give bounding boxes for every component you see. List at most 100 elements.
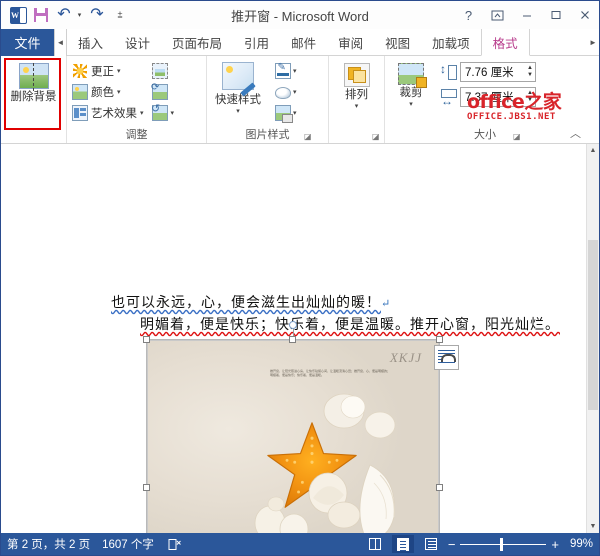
page-indicator[interactable]: 第 2 页，共 2 页 <box>7 536 90 552</box>
selected-picture-container[interactable]: XKJJ 推开窗，让阳光照进心房，让快乐驻留心间，让温暖流淌心田；推开窗，心，便… <box>143 321 443 533</box>
tab-page-layout[interactable]: 页面布局 <box>161 29 233 56</box>
layout-options-button[interactable] <box>434 345 459 370</box>
chevron-down-icon[interactable]: ▾ <box>140 109 144 117</box>
customize-qat-icon[interactable]: ⩲ <box>109 4 131 26</box>
remove-background-button[interactable]: 删除背景 <box>4 60 63 104</box>
word-logo-icon[interactable]: W <box>7 4 29 26</box>
zoom-level-label[interactable]: 99% <box>565 538 593 550</box>
zoom-in-button[interactable]: + <box>551 538 559 551</box>
scroll-down-arrow[interactable]: ▼ <box>587 520 599 533</box>
tab-scroll-right-button[interactable]: ► <box>587 29 599 55</box>
chevron-down-icon[interactable]: ▾ <box>409 100 413 108</box>
shape-height-input[interactable]: 7.76 厘米 ▲ ▼ <box>460 62 536 82</box>
size-dialog-launcher[interactable]: ◪ <box>513 132 523 142</box>
remove-background-icon <box>18 63 49 91</box>
status-bar: 第 2 页，共 2 页 1607 个字 − + 99% <box>1 533 599 555</box>
arrange-icon <box>343 63 370 87</box>
picture-layout-button[interactable] <box>272 102 293 123</box>
chevron-down-icon[interactable]: ▾ <box>293 109 297 117</box>
scroll-up-arrow[interactable]: ▲ <box>587 144 599 157</box>
ribbon-group-size: 裁剪 ▾ 7.76 厘米 ▲▼ 7.37 厘米 <box>385 56 585 143</box>
minimize-icon[interactable] <box>512 1 541 29</box>
change-picture-button[interactable] <box>150 81 171 102</box>
artistic-effects-button[interactable]: 艺术效果 ▾ <box>70 102 146 123</box>
corrections-button[interactable]: 更正 ▾ <box>70 60 146 81</box>
quick-styles-button[interactable]: 快速样式 ▾ <box>210 60 266 115</box>
scrollbar-thumb[interactable] <box>588 240 598 410</box>
chevron-down-icon[interactable]: ▾ <box>171 109 175 117</box>
document-page[interactable]: 也可以永远，心，便会滋生出灿灿的暖！↵ 明媚着，便是快乐；快乐着，便是温暖。推开… <box>1 144 586 533</box>
chevron-down-icon[interactable]: ▾ <box>236 107 240 115</box>
quick-styles-icon <box>222 62 254 90</box>
picture-effects-button[interactable] <box>272 81 293 102</box>
tab-references[interactable]: 引用 <box>233 29 280 56</box>
vertical-scrollbar[interactable]: ▲ ▼ <box>586 144 599 533</box>
resize-handle-e[interactable] <box>436 484 443 491</box>
maximize-icon[interactable] <box>541 1 570 29</box>
redo-icon[interactable]: ↷ <box>86 4 108 26</box>
tab-view[interactable]: 视图 <box>374 29 421 56</box>
proofing-glyph <box>168 538 181 550</box>
ribbon-group-adjust: 更正 ▾ 颜色 ▾ 艺术效果 ▾ ⟳ ↺ ▾ 调整 <box>67 56 207 143</box>
view-print-layout[interactable] <box>391 535 414 553</box>
chevron-down-icon[interactable]: ▾ <box>117 67 121 75</box>
artistic-effects-label: 艺术效果 <box>91 107 137 120</box>
resize-handle-n[interactable] <box>289 336 296 343</box>
quick-styles-label: 快速样式 <box>215 94 261 106</box>
shape-width-input[interactable]: 7.37 厘米 ▲ ▼ <box>460 87 536 107</box>
compress-pictures-icon <box>152 62 169 79</box>
view-web-layout[interactable] <box>420 535 442 553</box>
resize-handle-nw[interactable] <box>143 336 150 343</box>
arrange-dialog-launcher[interactable]: ◪ <box>372 132 382 142</box>
view-read-mode[interactable] <box>364 535 386 553</box>
resize-handle-w[interactable] <box>143 484 150 491</box>
close-icon[interactable] <box>570 1 599 29</box>
tab-design[interactable]: 设计 <box>114 29 161 56</box>
corrections-label: 更正 <box>91 65 114 78</box>
chevron-down-icon[interactable]: ▾ <box>355 102 359 110</box>
picture-styles-dialog-launcher[interactable]: ◪ <box>304 132 314 142</box>
undo-icon[interactable]: ↶ <box>53 4 75 26</box>
zoom-slider[interactable]: − + <box>448 537 559 551</box>
tab-addins[interactable]: 加载项 <box>421 29 481 56</box>
document-area[interactable]: 也可以永远，心，便会滋生出灿灿的暖！↵ 明媚着，便是快乐；快乐着，便是温暖。推开… <box>1 144 599 533</box>
change-picture-icon <box>151 82 169 100</box>
chevron-down-icon[interactable]: ▾ <box>293 88 297 96</box>
word-count[interactable]: 1607 个字 <box>102 536 154 552</box>
tab-file[interactable]: 文件 <box>1 29 54 56</box>
proofing-status-icon[interactable] <box>166 535 184 553</box>
reset-picture-button[interactable] <box>150 102 171 123</box>
chevron-down-icon[interactable]: ▾ <box>293 67 297 75</box>
zoom-track[interactable] <box>460 537 547 551</box>
shape-height-field: 7.76 厘米 ▲▼ <box>440 61 536 83</box>
tab-mailings[interactable]: 邮件 <box>280 29 327 56</box>
picture-border-button[interactable] <box>272 60 293 81</box>
title-bar: W ↶ ▾ ↷ ⩲ 推开窗 - Microsoft Word ? <box>1 1 599 29</box>
compress-pictures-button[interactable] <box>150 60 171 81</box>
undo-dropdown-icon[interactable]: ▾ <box>76 4 85 26</box>
maximize-glyph <box>551 11 560 19</box>
chevron-down-icon[interactable]: ▾ <box>117 88 121 96</box>
zoom-thumb[interactable] <box>500 537 504 551</box>
tab-format[interactable]: 格式 <box>480 29 530 56</box>
crop-icon <box>398 63 427 88</box>
arrange-button[interactable]: 排列 ▾ <box>332 60 381 110</box>
picture-border-icon <box>274 62 291 79</box>
color-button[interactable]: 颜色 ▾ <box>70 81 146 102</box>
zoom-out-button[interactable]: − <box>448 538 456 551</box>
tab-scroll-left-button[interactable]: ◄ <box>54 29 67 56</box>
crop-button[interactable]: 裁剪 ▾ <box>388 60 434 108</box>
help-icon[interactable]: ? <box>454 1 483 29</box>
ribbon-tab-strip: 文件 ◄ 插入 设计 页面布局 引用 邮件 审阅 视图 加载项 格式 ► <box>1 29 599 56</box>
ribbon-display-options-icon[interactable] <box>483 1 512 29</box>
tab-review[interactable]: 审阅 <box>327 29 374 56</box>
word-window: W ↶ ▾ ↷ ⩲ 推开窗 - Microsoft Word ? 文件 ◄ 插入… <box>0 0 600 556</box>
save-icon[interactable] <box>30 4 52 26</box>
rotate-handle[interactable] <box>289 321 297 329</box>
tab-insert[interactable]: 插入 <box>67 29 114 56</box>
resize-handle-ne[interactable] <box>436 336 443 343</box>
shape-height-stepper[interactable]: ▲ ▼ <box>525 65 533 79</box>
collapse-ribbon-button[interactable]: ︿ <box>570 125 581 141</box>
document-line-1-text: 也可以永远，心，便会滋生出灿灿的暖！ <box>111 296 381 311</box>
shape-width-stepper[interactable]: ▲ ▼ <box>525 90 533 104</box>
